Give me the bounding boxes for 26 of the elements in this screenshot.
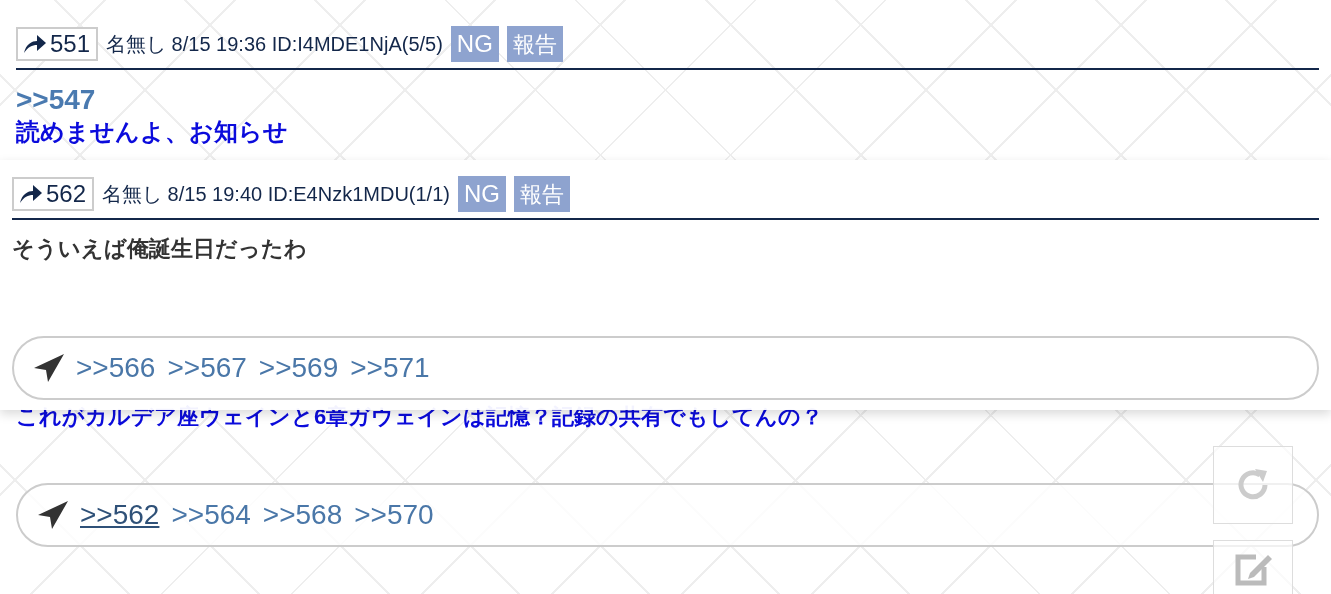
ng-button[interactable]: NG: [457, 176, 506, 212]
share-arrow-icon: [20, 185, 42, 203]
send-icon: [38, 500, 68, 529]
reply-link[interactable]: >>562: [80, 493, 160, 536]
reply-link[interactable]: >>566: [76, 347, 156, 389]
report-button[interactable]: 報告: [506, 26, 563, 62]
anchor-link[interactable]: >>547: [16, 82, 1319, 117]
reply-link[interactable]: >>564: [171, 493, 251, 536]
reply-number-button[interactable]: 562: [12, 177, 95, 211]
ng-button[interactable]: NG: [450, 26, 499, 62]
reply-link[interactable]: >>570: [354, 493, 434, 536]
post-meta: 名無し 8/15 19:36 ID:I4MDE1NjA(5/5): [106, 32, 443, 57]
refresh-button[interactable]: [1213, 446, 1293, 524]
post-body: そういえば俺誕生日だったわ: [12, 235, 308, 263]
body-link[interactable]: 読めませんよ、お知らせ: [16, 117, 1319, 147]
reply-link[interactable]: >>567: [167, 347, 247, 389]
share-arrow-icon: [24, 35, 46, 53]
edit-button[interactable]: [1213, 540, 1293, 594]
send-icon: [34, 354, 64, 382]
reply-link[interactable]: >>571: [350, 347, 430, 389]
reply-link[interactable]: >>568: [262, 493, 343, 536]
post-meta: 名無し 8/15 19:40 ID:E4Nzk1MDU(1/1): [102, 182, 450, 207]
report-button[interactable]: 報告: [513, 176, 570, 212]
reply-number-button[interactable]: 551: [16, 27, 99, 61]
reply-link[interactable]: >>569: [258, 347, 339, 389]
edit-icon: [1234, 553, 1272, 587]
